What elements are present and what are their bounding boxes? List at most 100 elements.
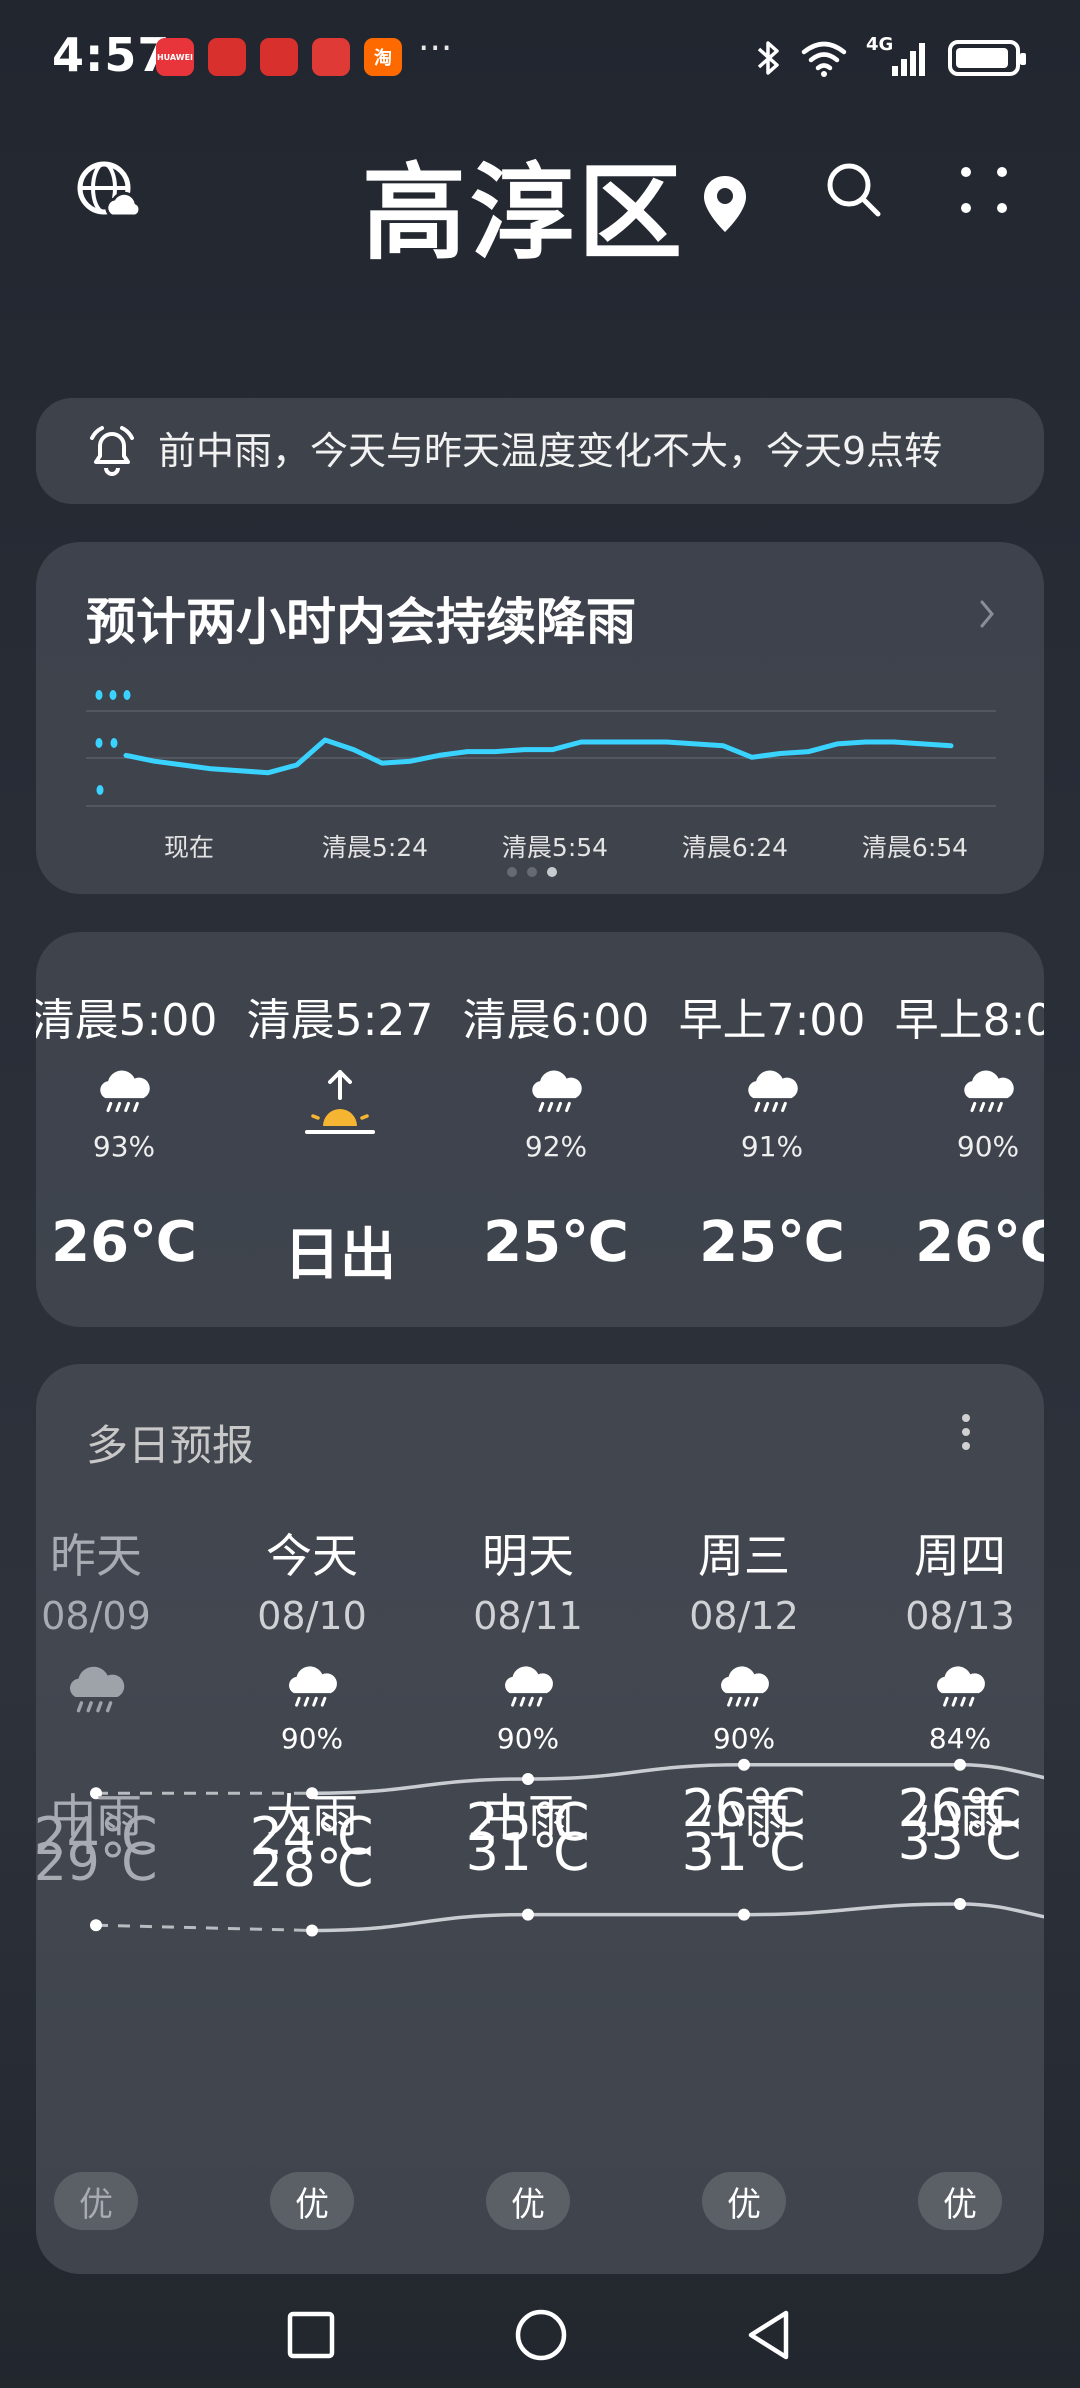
day-date: 08/11 — [473, 1594, 583, 1638]
hourly-icon-wrap — [232, 1068, 448, 1146]
day-low-temp: 24℃ — [249, 1807, 375, 1868]
hourly-temperature: 日出 — [284, 1223, 396, 1288]
rain-cloud-icon — [964, 1070, 1014, 1113]
day-precip-probability: 84% — [928, 1722, 992, 1755]
alarm-bell-icon — [90, 426, 134, 476]
day-date: 08/12 — [689, 1594, 799, 1638]
day-date: 08/13 — [905, 1594, 1015, 1638]
status-right: 4G — [756, 34, 1026, 82]
page-dot-active — [547, 867, 557, 877]
low-temp-line-point — [738, 1758, 750, 1771]
high-temp-line-past-segment — [95, 1923, 313, 1932]
bluetooth-icon — [757, 41, 779, 75]
high-temp-line — [311, 1902, 1044, 1933]
day-icon-wrap — [636, 1664, 852, 1716]
back-icon[interactable] — [744, 2308, 794, 2362]
day-icon-wrap — [204, 1664, 420, 1716]
hourly-precip-probability: 93% — [92, 1130, 156, 1163]
rain-cloud-icon — [721, 1666, 769, 1707]
hourly-time: 早上7:00 — [678, 995, 866, 1046]
hourly-temperature: 25℃ — [483, 1210, 629, 1275]
rain-intensity-light-icon — [96, 785, 104, 795]
battery-level — [956, 48, 1008, 68]
pig-app-icon-2 — [260, 38, 298, 76]
alert-text: 前中雨，今天与昨天温度变化不大，今天9点转 — [158, 429, 943, 473]
recent-apps-icon[interactable] — [286, 2310, 336, 2360]
day-low-temp: 25℃ — [465, 1793, 591, 1853]
taobao-app-icon: 淘 — [364, 38, 402, 76]
day-name: 今天 — [266, 1529, 358, 1583]
huawei-app-icon: HUAWEI — [156, 38, 194, 76]
hourly-time: 清晨5:00 — [36, 995, 218, 1046]
status-time: 4:57 — [52, 28, 171, 82]
rain-cloud-icon — [100, 1070, 150, 1113]
signal-bars-icon — [892, 43, 925, 76]
page-dot — [507, 867, 517, 877]
air-quality-badge: 优 — [54, 2172, 138, 2230]
weather-alert-banner[interactable]: 前中雨，今天与昨天温度变化不大，今天9点转 — [36, 398, 1044, 504]
high-temp-line-point — [522, 1908, 534, 1921]
low-temp-line-point — [954, 1758, 966, 1771]
rain-cloud-icon — [289, 1666, 337, 1707]
rain-cloud-icon — [937, 1666, 985, 1707]
rain-cloud-icon — [532, 1070, 582, 1113]
hourly-temperature: 26℃ — [915, 1210, 1044, 1275]
hourly-forecast-card[interactable]: 清晨5:00 93% 26℃ 清晨5:27 日出 清晨6:00 92% 25℃ 早上7:00 91… — [36, 932, 1044, 1327]
air-quality-badge: 优 — [702, 2172, 786, 2230]
hourly-icon-wrap — [36, 1068, 232, 1122]
high-temp-line-point — [954, 1898, 966, 1910]
rain-cloud-icon — [505, 1666, 553, 1707]
battery-icon — [948, 40, 1026, 76]
day-precip-probability: 90% — [280, 1722, 344, 1755]
hourly-time: 清晨6:00 — [462, 995, 650, 1046]
precipitation-tick: 现在 — [163, 833, 215, 862]
precipitation-line — [123, 737, 954, 776]
daily-forecast-card[interactable]: 多日预报 昨天 08/09 中雨 29℃ 24℃ 优今天 08/10 90% 大雨 28℃ 24℃ 优… — [36, 1364, 1044, 2274]
home-icon[interactable] — [514, 2308, 568, 2362]
day-low-temp: 26℃ — [681, 1778, 807, 1839]
high-temp-line-point — [90, 1919, 102, 1932]
day-low-temp: 24℃ — [36, 1807, 159, 1868]
hourly-precip-probability: 90% — [956, 1130, 1020, 1163]
wifi-icon — [801, 41, 847, 77]
chevron-right-icon[interactable] — [976, 594, 1000, 634]
hourly-icon-wrap — [880, 1068, 1044, 1122]
high-temp-line-point — [738, 1908, 750, 1921]
more-menu-icon[interactable] — [956, 162, 1012, 218]
hourly-precip-probability: 92% — [524, 1130, 588, 1163]
day-name: 昨天 — [50, 1529, 142, 1583]
air-quality-badge: 优 — [918, 2172, 1002, 2230]
city-title: 高淳区 — [361, 152, 686, 274]
precipitation-tick: 清晨6:54 — [861, 833, 969, 862]
air-quality-badge: 优 — [270, 2172, 354, 2230]
search-icon[interactable] — [824, 160, 884, 220]
precipitation-tick: 清晨6:24 — [681, 833, 789, 862]
rain-cloud-icon — [748, 1070, 798, 1113]
system-navigation-bar — [0, 2280, 1080, 2388]
precipitation-tick: 清晨5:24 — [321, 833, 429, 862]
day-name: 周四 — [914, 1529, 1006, 1583]
rain-intensity-medium-icon — [95, 738, 118, 748]
precipitation-chart — [86, 690, 996, 807]
rain-intensity-heavy-icon — [95, 690, 131, 700]
rain-cloud-icon — [69, 1666, 125, 1713]
day-precip-probability: 90% — [712, 1722, 776, 1755]
day-low-temp: 26℃ — [897, 1778, 1023, 1839]
hourly-precip-probability: 91% — [740, 1130, 804, 1163]
day-precip-probability: 90% — [496, 1722, 560, 1755]
day-date: 08/09 — [41, 1594, 151, 1638]
day-icon-wrap — [852, 1664, 1044, 1716]
more-notifications-icon: ··· — [418, 28, 453, 69]
status-bar: 4:57 HUAWEI 淘 ··· 4G — [0, 0, 1080, 110]
city-title-group[interactable]: 高淳区 — [362, 128, 748, 279]
day-name: 周三 — [698, 1529, 790, 1583]
precipitation-tick: 清晨5:54 — [501, 833, 609, 862]
high-temp-line-point — [306, 1924, 318, 1937]
day-icon-wrap — [36, 1664, 204, 1722]
hourly-icon-wrap — [664, 1068, 880, 1122]
city-title-wrapper: 高淳区 — [0, 128, 1080, 279]
hourly-temperature: 26℃ — [51, 1210, 197, 1275]
precipitation-card[interactable]: 预计两小时内会持续降雨 现在 清晨5:24 清晨5:54 清晨6:24 清晨6:54 — [36, 542, 1044, 894]
sunrise-icon — [305, 1070, 375, 1134]
cellular-signal: 4G — [866, 34, 930, 78]
